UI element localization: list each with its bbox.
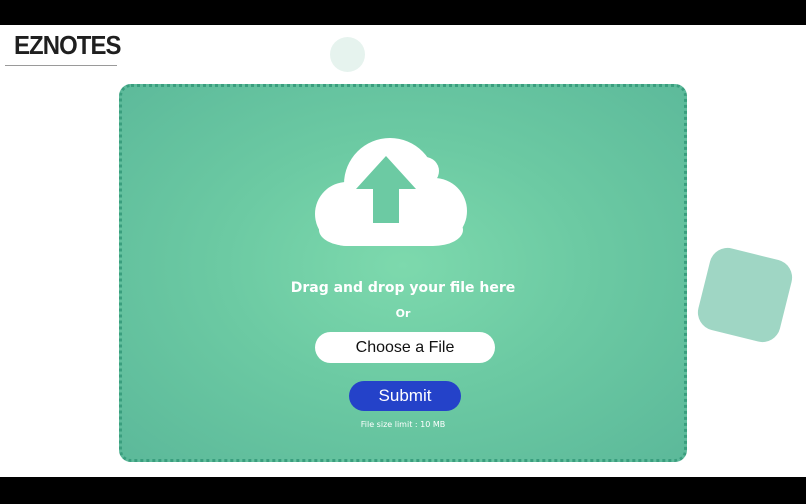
brand-logo[interactable]: EZNOTES — [14, 30, 121, 61]
submit-label: Submit — [378, 386, 432, 405]
drag-drop-text: Drag and drop your file here — [290, 280, 516, 296]
or-separator: Or — [395, 307, 411, 320]
cloud-upload-icon — [315, 138, 467, 246]
submit-button[interactable]: Submit — [349, 381, 461, 411]
choose-file-label: Choose a File — [355, 338, 455, 356]
logo-divider — [5, 65, 117, 66]
decorative-circle — [330, 37, 365, 72]
page: EZNOTES Drag and drop your file here Or … — [0, 25, 806, 477]
file-dropzone[interactable]: Drag and drop your file here Or Choose a… — [119, 84, 687, 462]
choose-file-button[interactable]: Choose a File — [315, 332, 495, 363]
decorative-square — [694, 244, 796, 346]
file-size-limit: File size limit : 10 MB — [360, 420, 446, 429]
